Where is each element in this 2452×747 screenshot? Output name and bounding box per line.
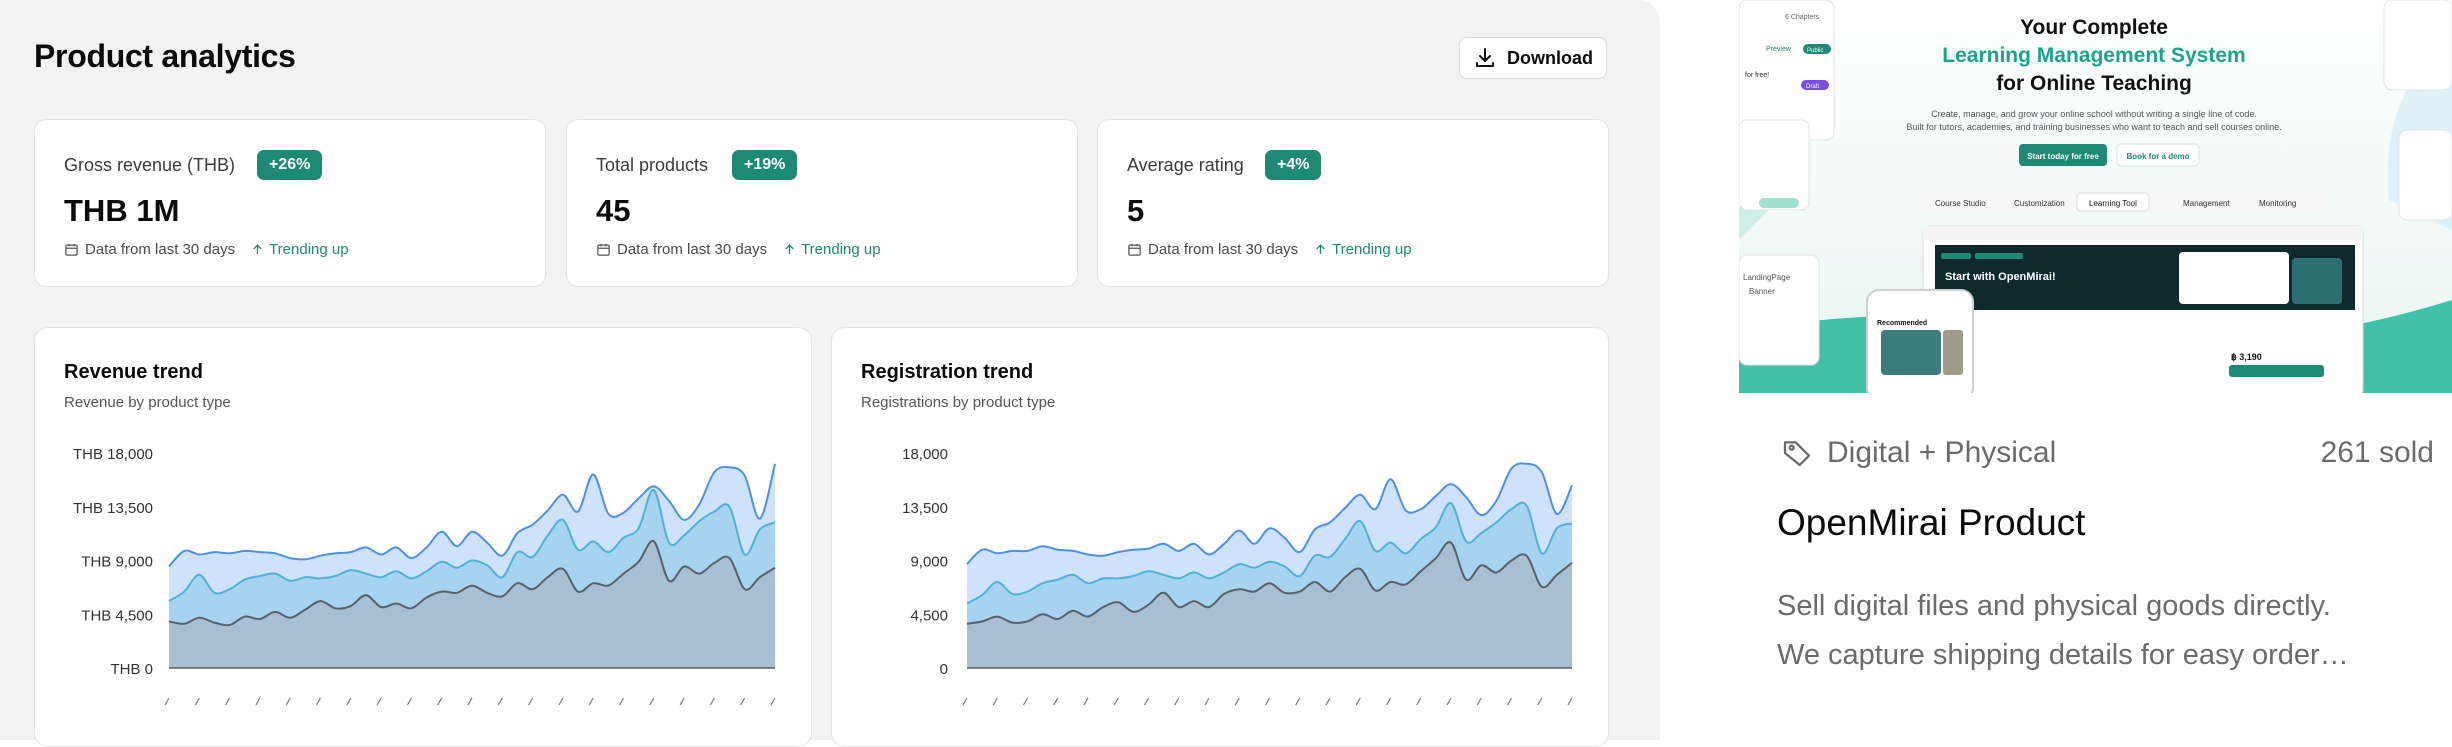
product-name[interactable]: OpenMirai Product <box>1777 502 2085 544</box>
y-tick-label: THB 18,000 <box>73 446 153 463</box>
hero-sub-2: Built for tutors, academies, and trainin… <box>1906 122 2281 132</box>
stat-trend: Trending up <box>269 241 349 258</box>
hero-tab-1: Customization <box>2014 199 2065 208</box>
product-description-line-1: Sell digital files and physical goods di… <box>1777 590 2331 622</box>
stat-trend: Trending up <box>801 241 881 258</box>
product-sold-count: 261 sold <box>2320 436 2434 469</box>
calendar-icon <box>1128 243 1141 256</box>
registration-chart: 18,000 13,500 9,000 4,500 0 <box>902 446 1573 706</box>
hero-left-banner: Banner <box>1749 287 1775 296</box>
stat-badge: +4% <box>1265 150 1322 180</box>
stat-card-products: Total products +19% 45 Data from last 30… <box>566 119 1078 287</box>
hero-heading-2: Learning Management System <box>1942 44 2245 67</box>
product-description-line-2: We capture shipping details for easy ord… <box>1777 639 2349 671</box>
hero-tab-4: Monitoring <box>2259 199 2296 208</box>
lms-hero-illustration: Your Complete Learning Management System… <box>1739 0 2452 393</box>
hero-left-preview: Preview <box>1766 46 1792 53</box>
y-tick-label: 0 <box>940 661 948 678</box>
stat-label: Total products <box>596 155 709 175</box>
product-description: Sell digital files and physical goods di… <box>1777 582 2417 680</box>
hero-heading-1: Your Complete <box>2020 16 2168 39</box>
hero-left-draft: Draft <box>1806 84 1819 90</box>
tag-icon <box>1783 441 1811 467</box>
y-tick-label: 4,500 <box>910 607 948 624</box>
product-image: Your Complete Learning Management System… <box>1739 0 2452 393</box>
arrow-up-icon <box>1316 244 1325 254</box>
registration-chart-card: Registration trend Registrations by prod… <box>831 327 1609 747</box>
revenue-chart-card: Revenue trend Revenue by product type TH… <box>34 327 812 747</box>
hero-inner-title: Start with OpenMirai! <box>1945 271 2056 283</box>
stat-badge: +19% <box>732 150 798 180</box>
arrow-up-icon <box>253 244 262 254</box>
stat-label: Average rating <box>1127 155 1244 175</box>
stat-trend: Trending up <box>1332 241 1412 258</box>
y-tick-label: 9,000 <box>910 554 948 571</box>
y-tick-label: THB 0 <box>110 661 153 678</box>
stat-card-revenue: Gross revenue (THB) +26% THB 1M Data fro… <box>34 119 546 287</box>
y-tick-label: 18,000 <box>902 446 948 463</box>
download-button[interactable]: Download <box>1459 37 1607 79</box>
hero-left-public: Public <box>1807 48 1823 54</box>
hero-tab-0: Course Studio <box>1935 199 1986 208</box>
hero-sub-1: Create, manage, and grow your online sch… <box>1931 109 2257 119</box>
stat-value: THB 1M <box>64 193 180 228</box>
revenue-chart: THB 18,000 THB 13,500 THB 9,000 THB 4,500 TH… <box>73 446 776 706</box>
y-tick-label: 13,500 <box>902 500 948 517</box>
arrow-up-icon <box>785 244 794 254</box>
hero-cta-demo: Book for a demo <box>2126 152 2189 161</box>
stat-period: Data from last 30 days <box>617 241 768 258</box>
hero-left-landing: LandingPage <box>1743 273 1791 282</box>
calendar-icon <box>597 243 610 256</box>
hero-left-chapters: 6 Chapters <box>1785 14 1820 21</box>
stat-value: 45 <box>596 193 631 228</box>
hero-heading-3: for Online Teaching <box>1996 72 2192 95</box>
product-category-label: Digital + Physical <box>1827 436 2057 469</box>
hero-recommended: Recommended <box>1877 320 1927 327</box>
stat-label: Gross revenue (THB) <box>64 155 236 175</box>
product-category: Digital + Physical <box>1781 436 2056 470</box>
download-label: Download <box>1507 47 1593 68</box>
stat-card-rating: Average rating +4% 5 Data from last 30 d… <box>1097 119 1609 287</box>
hero-cta-start: Start today for free <box>2027 152 2099 161</box>
hero-tab-2: Learning Tool <box>2089 199 2137 208</box>
stat-badge: +26% <box>257 150 323 180</box>
hero-left-free: for free! <box>1745 72 1769 79</box>
stat-period: Data from last 30 days <box>85 241 236 258</box>
product-card[interactable]: Your Complete Learning Management System… <box>1739 0 2452 704</box>
calendar-icon <box>65 243 78 256</box>
y-tick-label: THB 9,000 <box>81 554 153 571</box>
hero-tab-3: Management <box>2183 199 2230 208</box>
stat-value: 5 <box>1127 193 1145 228</box>
y-tick-label: THB 13,500 <box>73 500 153 517</box>
y-tick-label: THB 4,500 <box>81 607 153 624</box>
hero-price: ฿ 3,190 <box>2231 352 2262 362</box>
stat-period: Data from last 30 days <box>1148 241 1299 258</box>
page-title: Product analytics <box>34 38 296 74</box>
download-icon <box>1476 48 1494 67</box>
